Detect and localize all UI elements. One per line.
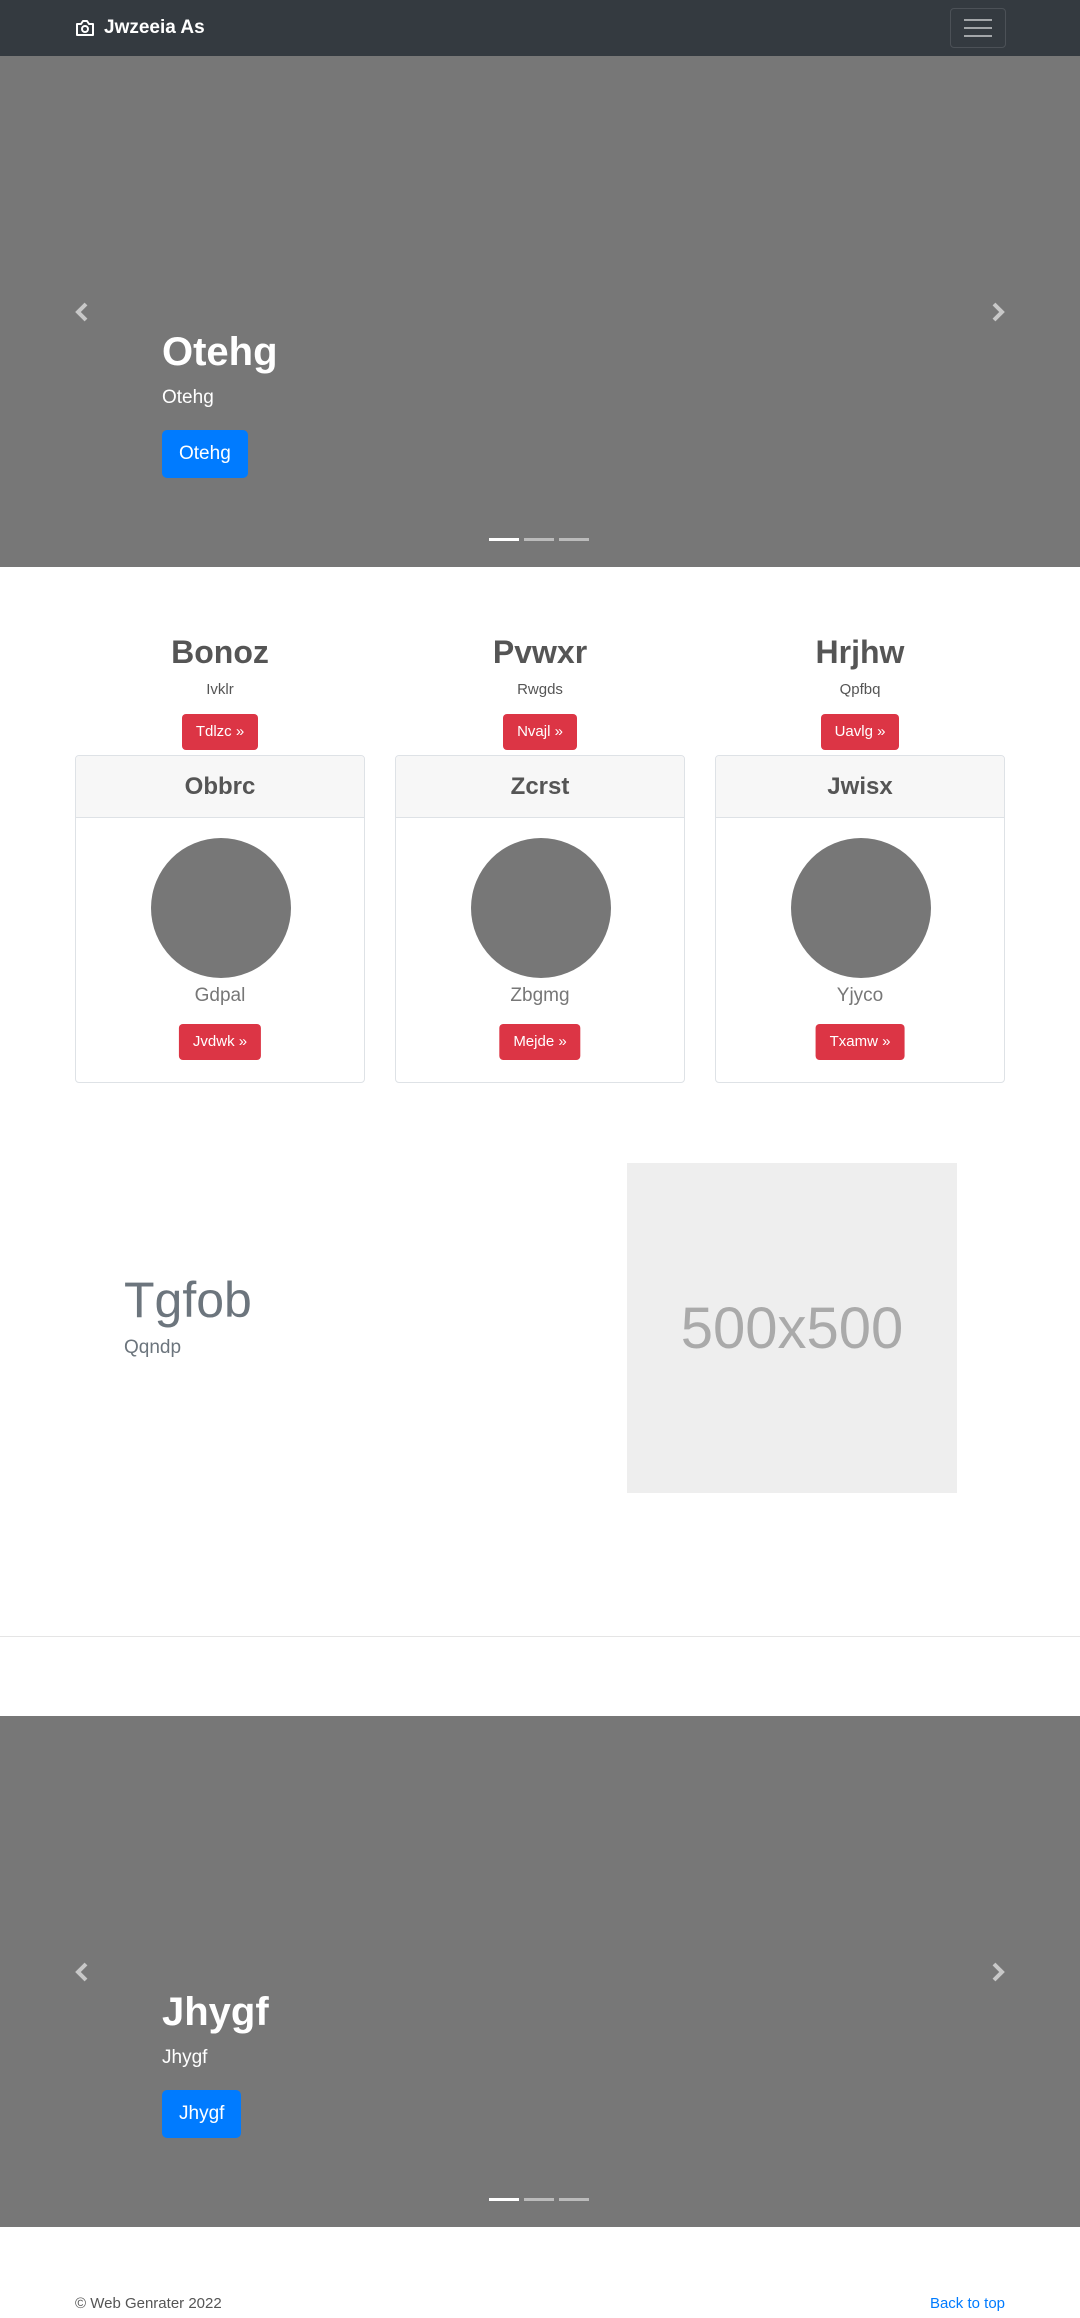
featurette-subtitle: Qqndp (124, 1337, 182, 1358)
feature-column: Hrjhw Qpfbq Uavlg » (715, 632, 1005, 750)
chevron-left-icon (75, 302, 88, 322)
feature-subtitle: Rwgds (517, 681, 563, 698)
featurette-divider (0, 1636, 1080, 1637)
profile-card: Jwisx Yjyco Txamw » (715, 755, 1005, 1083)
brand-name: Jwzeeia As (104, 17, 205, 38)
brand-link[interactable]: Jwzeeia As (75, 14, 205, 42)
feature-title: Hrjhw (815, 634, 905, 670)
carousel-caption: Otehg Otehg Otehg (162, 328, 278, 478)
carousel-title: Jhygf (162, 1990, 269, 2034)
carousel-indicators (489, 2198, 589, 2201)
hamburger-menu-icon (964, 19, 992, 21)
avatar (151, 838, 291, 978)
feature-column: Pvwxr Rwgds Nvajl » (395, 632, 685, 750)
chevron-right-icon (992, 302, 1005, 322)
carousel-prev-button[interactable] (71, 1955, 91, 1989)
carousel-caption: Jhygf Jhygf Jhygf (162, 1988, 269, 2138)
feature-button[interactable]: Nvajl » (503, 714, 577, 750)
carousel-title: Otehg (162, 330, 278, 374)
feature-title: Bonoz (171, 634, 269, 670)
carousel-indicator[interactable] (524, 538, 554, 541)
chevron-left-icon (75, 1962, 88, 1982)
secondary-carousel: Jhygf Jhygf Jhygf (0, 1716, 1080, 2227)
feature-subtitle: Qpfbq (839, 681, 881, 698)
carousel-indicator[interactable] (489, 538, 519, 541)
card-button[interactable]: Txamw » (815, 1024, 905, 1060)
card-header: Zcrst (396, 756, 684, 818)
chevron-right-icon (992, 1962, 1005, 1982)
profile-card: Obbrc Gdpal Jvdwk » (75, 755, 365, 1083)
feature-column: Bonoz Ivklr Tdlzc » (75, 632, 365, 750)
feature-button[interactable]: Tdlzc » (181, 714, 259, 750)
placeholder-label: 500x500 (680, 1295, 904, 1361)
footer-copyright: © Web Genrater 2022 (75, 2295, 222, 2312)
feature-button[interactable]: Uavlg » (820, 714, 900, 750)
avatar (791, 838, 931, 978)
back-to-top-link[interactable]: Back to top (930, 2294, 1005, 2314)
carousel-cta-button[interactable]: Otehg (162, 430, 248, 478)
carousel-next-button[interactable] (989, 295, 1009, 329)
carousel-indicator[interactable] (559, 2198, 589, 2201)
carousel-indicator[interactable] (559, 538, 589, 541)
navbar: Jwzeeia As (0, 0, 1080, 56)
camera-icon (76, 20, 94, 36)
placeholder-image: 500x500 (627, 1163, 957, 1493)
navbar-toggler-button[interactable] (950, 8, 1006, 48)
featurette-title: Tgfob (124, 1272, 252, 1328)
profile-card: Zcrst Zbgmg Mejde » (395, 755, 685, 1083)
carousel-prev-button[interactable] (71, 295, 91, 329)
card-name: Gdpal (194, 985, 246, 1006)
carousel-cta-button[interactable]: Jhygf (162, 2090, 242, 2138)
card-header: Obbrc (76, 756, 364, 818)
feature-title: Pvwxr (492, 634, 588, 670)
carousel-indicator[interactable] (524, 2198, 554, 2201)
avatar (471, 838, 611, 978)
carousel-next-button[interactable] (989, 1955, 1009, 1989)
card-header: Jwisx (716, 756, 1004, 818)
card-name: Zbgmg (510, 985, 570, 1006)
hero-carousel: Otehg Otehg Otehg (0, 56, 1080, 567)
carousel-subtitle: Otehg (162, 387, 214, 408)
card-button[interactable]: Jvdwk » (178, 1024, 262, 1060)
carousel-indicators (489, 538, 589, 541)
card-name: Yjyco (836, 985, 884, 1006)
carousel-subtitle: Jhygf (162, 2047, 208, 2068)
carousel-indicator[interactable] (489, 2198, 519, 2201)
feature-subtitle: Ivklr (206, 681, 234, 698)
card-button[interactable]: Mejde » (499, 1024, 581, 1060)
